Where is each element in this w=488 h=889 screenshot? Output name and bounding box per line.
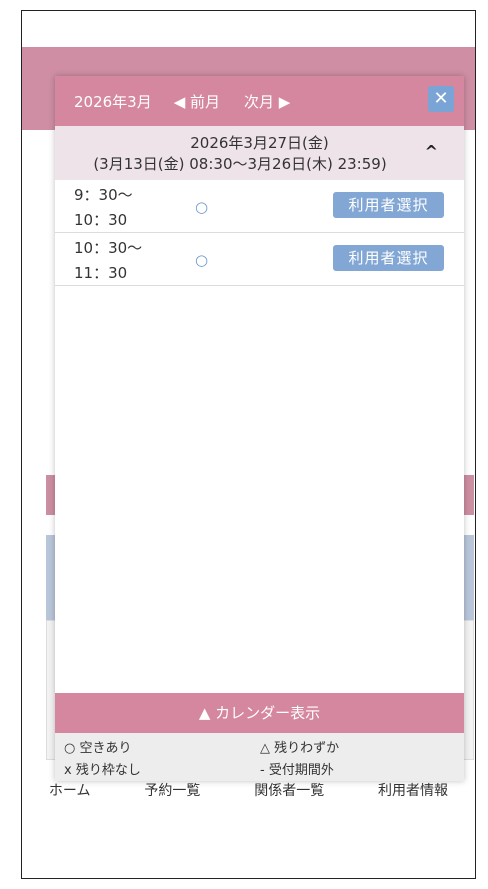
availability-icon: ○ [195, 198, 209, 216]
select-user-button[interactable]: 利用者選択 [333, 192, 444, 218]
legend: ○ 空きあり △ 残りわずか x 残り枠なし - 受付期間外 [55, 733, 464, 781]
footer-tab-user-info[interactable]: 利用者情報 [378, 780, 448, 800]
time-slot-row: 9：30〜 10：30 ○ 利用者選択 [55, 180, 464, 233]
modal-header: 2026年3月 ◀ 前月 次月 ▶ ✕ [55, 76, 464, 126]
reservation-modal: 2026年3月 ◀ 前月 次月 ▶ ✕ 2026年3月27日(金) (3月13日… [55, 76, 464, 781]
legend-available: ○ 空きあり [64, 741, 132, 756]
select-user-button[interactable]: 利用者選択 [333, 245, 444, 271]
time-slot-row: 10：30〜 11：30 ○ 利用者選択 [55, 233, 464, 286]
selected-date-band: 2026年3月27日(金) (3月13日(金) 08:30〜3月26日(木) 2… [55, 126, 464, 180]
slot-start: 10：30〜 [74, 239, 143, 257]
selected-date: 2026年3月27日(金) [190, 134, 329, 152]
next-month-button[interactable]: 次月 ▶ [244, 91, 290, 112]
month-title: 2026年3月 [74, 92, 152, 111]
slot-start: 9：30〜 [74, 186, 133, 204]
calendar-toggle-button[interactable]: ▲ カレンダー表示 [55, 693, 464, 733]
close-icon[interactable]: ✕ [428, 86, 454, 112]
footer-tab-home[interactable]: ホーム [49, 780, 91, 800]
legend-full: x 残り枠なし [64, 763, 141, 778]
footer-tab-reservations[interactable]: 予約一覧 [144, 780, 200, 800]
collapse-icon[interactable]: ^ [425, 142, 438, 161]
legend-outside: - 受付期間外 [260, 763, 334, 778]
footer-tab-related[interactable]: 関係者一覧 [254, 780, 324, 800]
availability-icon: ○ [195, 251, 209, 269]
slot-end: 11：30 [74, 264, 128, 282]
reception-period: (3月13日(金) 08:30〜3月26日(木) 23:59) [93, 155, 387, 173]
prev-month-button[interactable]: ◀ 前月 [174, 91, 220, 112]
slot-end: 10：30 [74, 211, 128, 229]
legend-few: △ 残りわずか [260, 741, 340, 756]
